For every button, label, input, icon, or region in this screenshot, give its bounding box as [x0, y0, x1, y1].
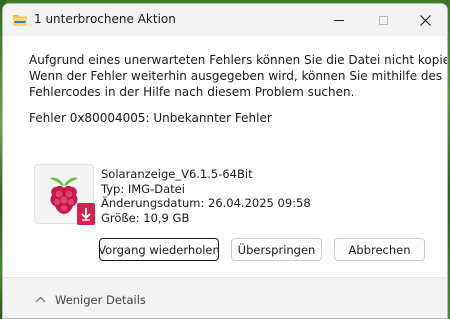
message-line: Wenn der Fehler weiterhin ausgegeben wir…	[29, 69, 443, 83]
message-line: Fehlercodes in der Hilfe nach diesem Pro…	[29, 85, 355, 99]
file-size: Größe: 10,9 GB	[101, 210, 190, 225]
minimize-icon	[334, 19, 344, 21]
close-icon	[419, 14, 431, 26]
file-modified: Änderungsdatum: 26.04.2025 09:58	[101, 196, 311, 210]
file-explorer-icon	[13, 15, 27, 26]
cancel-button[interactable]: Abbrechen	[334, 238, 425, 261]
file-name: Solaranzeige_V6.1.5-64Bit	[101, 167, 253, 181]
details-footer: Weniger Details	[3, 277, 447, 318]
maximize-icon	[378, 15, 388, 25]
window-title: 1 unterbrochene Aktion	[34, 12, 176, 26]
file-details: Solaranzeige_V6.1.5-64Bit Typ: IMG-Datei…	[101, 167, 311, 225]
copy-error-dialog: 1 unterbrochene Aktion Aufgrund eines un…	[2, 3, 448, 319]
minimize-button[interactable]	[317, 4, 361, 36]
chevron-up-icon[interactable]	[35, 296, 46, 303]
skip-button[interactable]: Überspringen	[231, 238, 322, 261]
error-message: Aufgrund eines unerwarteten Fehlers könn…	[29, 52, 448, 100]
retry-button[interactable]: Vorgang wiederholen	[98, 238, 220, 261]
error-code: Fehler 0x80004005: Unbekannter Fehler	[29, 111, 272, 125]
title-bar[interactable]: 1 unterbrochene Aktion	[3, 4, 447, 36]
arrow-down-icon	[81, 208, 91, 221]
file-type: Typ: IMG-Datei	[101, 181, 185, 196]
download-badge	[77, 203, 95, 225]
message-line: Aufgrund eines unerwarteten Fehlers könn…	[29, 53, 448, 67]
maximize-button[interactable]	[361, 4, 405, 36]
file-thumbnail	[34, 164, 95, 225]
close-button[interactable]	[403, 4, 447, 36]
fewer-details-toggle[interactable]: Weniger Details	[55, 293, 146, 307]
